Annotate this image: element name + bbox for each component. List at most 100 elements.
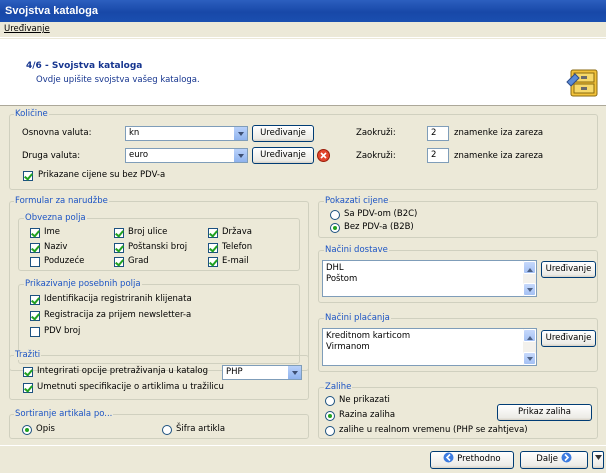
- other-currency-label: Druga valuta:: [22, 151, 81, 161]
- menu-bar: Uređivanje: [0, 22, 606, 38]
- field-broj-ulice-checkbox[interactable]: [114, 228, 124, 238]
- field-ime-checkbox[interactable]: [30, 228, 40, 238]
- menu-item-edit[interactable]: Uređivanje: [4, 24, 50, 34]
- next-button-label: Dalje: [536, 454, 558, 464]
- field-postanski-broj-label: Poštanski broj: [128, 242, 188, 252]
- search-group-title: Tražiti: [14, 350, 42, 360]
- other-currency-edit-button[interactable]: Uređivanje: [252, 147, 314, 164]
- order-form-group-title: Formular za narudžbe: [14, 196, 109, 206]
- scroll-up-icon[interactable]: [523, 329, 536, 342]
- required-fields-title: Obvezna polja: [24, 213, 87, 223]
- field-naziv-label: Naziv: [44, 242, 68, 252]
- prices-without-pdv-radio-label: Bez PDV-a (B2B): [344, 222, 414, 232]
- special-client-id-checkbox[interactable]: [30, 295, 40, 305]
- step-title: 4/6 - Svojstva kataloga: [26, 61, 143, 71]
- scroll-down-icon[interactable]: [523, 283, 536, 296]
- base-currency-select[interactable]: kn: [125, 126, 248, 141]
- round2-label: Zaokruži:: [356, 151, 396, 161]
- next-button[interactable]: Dalje: [520, 451, 588, 469]
- cabinet-icon: [566, 69, 598, 97]
- previous-button-label: Prethodno: [457, 454, 501, 464]
- round2-unit: znamenke iza zareza: [454, 151, 544, 161]
- sort-by-description-radio[interactable]: [22, 425, 32, 435]
- special-pdv-label: PDV broj: [44, 326, 81, 336]
- base-currency-value: kn: [129, 128, 140, 138]
- delivery-group-title: Načini dostave: [324, 245, 389, 255]
- show-prices-group-title: Pokazati cijene: [324, 196, 390, 206]
- sort-by-code-radio[interactable]: [162, 425, 172, 435]
- field-drzava-label: Država: [222, 227, 252, 237]
- special-newsletter-label: Registracija za prijem newsletter-a: [44, 310, 192, 320]
- payment-methods-list[interactable]: Kreditnom karticom Virmanom: [322, 328, 537, 366]
- delivery-edit-button[interactable]: Uređivanje: [541, 261, 596, 278]
- show-stock-button[interactable]: Prikaz zaliha: [497, 404, 592, 421]
- prices-without-pdv-checkbox[interactable]: [23, 171, 33, 181]
- special-client-id-label: Identifikacija registriranih klijenata: [44, 294, 192, 304]
- arrow-left-icon: [443, 452, 454, 463]
- sort-group-title: Sortiranje artikala po...: [14, 409, 114, 419]
- arrow-right-icon: [561, 452, 572, 463]
- search-specs-label: Umetnuti specifikacije o artiklima u tra…: [37, 382, 224, 392]
- field-broj-ulice-label: Broj ulice: [128, 227, 168, 237]
- search-engine-select[interactable]: PHP: [222, 365, 302, 380]
- chevron-down-icon: [594, 455, 602, 460]
- prices-without-pdv-radio[interactable]: [330, 223, 340, 233]
- next-dropdown-button[interactable]: [592, 451, 604, 469]
- search-integrate-checkbox[interactable]: [23, 367, 33, 377]
- search-integrate-label: Integrirati opcije pretraživanja u katal…: [37, 366, 208, 376]
- search-specs-checkbox[interactable]: [23, 383, 33, 393]
- field-telefon-checkbox[interactable]: [208, 243, 218, 253]
- field-email-label: E-mail: [222, 256, 249, 266]
- base-currency-edit-button[interactable]: Uređivanje: [252, 125, 314, 142]
- special-fields-title: Prikazivanje posebnih polja: [24, 279, 142, 289]
- special-newsletter-checkbox[interactable]: [30, 311, 40, 321]
- round1-input[interactable]: 2: [427, 126, 449, 141]
- field-drzava-checkbox[interactable]: [208, 228, 218, 238]
- other-currency-value: euro: [129, 150, 149, 160]
- list-item[interactable]: Virmanom: [326, 342, 533, 353]
- field-grad-label: Grad: [128, 256, 149, 266]
- stock-level-label: Razina zaliha: [339, 410, 396, 420]
- delete-icon[interactable]: [317, 149, 330, 162]
- field-ime-label: Ime: [44, 227, 61, 237]
- field-grad-checkbox[interactable]: [114, 257, 124, 267]
- field-postanski-broj-checkbox[interactable]: [114, 243, 124, 253]
- stock-level-radio[interactable]: [325, 411, 335, 421]
- sort-by-code-label: Šifra artikla: [176, 424, 226, 434]
- stock-hide-label: Ne prikazati: [339, 395, 390, 405]
- field-poduzece-checkbox[interactable]: [30, 257, 40, 267]
- list-item[interactable]: Poštom: [326, 274, 533, 285]
- list-item[interactable]: DHL: [326, 263, 533, 274]
- stock-group-title: Zalihe: [324, 382, 353, 392]
- wizard-footer: [0, 445, 606, 473]
- delivery-scrollbar[interactable]: [523, 261, 536, 296]
- stock-realtime-label: zalihe u realnom vremenu (PHP se zahtjev…: [339, 425, 528, 435]
- payment-scrollbar[interactable]: [523, 329, 536, 365]
- list-item[interactable]: Kreditnom karticom: [326, 331, 533, 342]
- base-currency-label: Osnovna valuta:: [22, 128, 92, 138]
- stock-hide-radio[interactable]: [325, 396, 335, 406]
- scroll-up-icon[interactable]: [523, 261, 536, 274]
- round1-unit: znamenke iza zareza: [454, 128, 544, 138]
- prices-with-pdv-radio[interactable]: [330, 210, 340, 220]
- special-pdv-checkbox[interactable]: [30, 327, 40, 337]
- stock-realtime-radio[interactable]: [325, 426, 335, 436]
- other-currency-select[interactable]: euro: [125, 148, 248, 163]
- chevron-down-icon: [233, 149, 247, 162]
- delivery-methods-list[interactable]: DHL Poštom: [322, 260, 537, 297]
- scroll-down-icon[interactable]: [523, 352, 536, 365]
- payment-edit-button[interactable]: Uređivanje: [541, 330, 596, 347]
- field-poduzece-label: Poduzeće: [44, 256, 85, 266]
- quantities-group-title: Količine: [14, 109, 49, 119]
- sort-by-description-label: Opis: [36, 424, 55, 434]
- payment-group-title: Načini plaćanja: [324, 313, 391, 323]
- search-engine-value: PHP: [226, 367, 243, 377]
- round2-input[interactable]: 2: [427, 148, 449, 163]
- wizard-header: [0, 39, 606, 106]
- window-title-bar: Svojstva kataloga: [0, 0, 606, 22]
- previous-button[interactable]: Prethodno: [430, 451, 514, 469]
- field-telefon-label: Telefon: [222, 242, 253, 252]
- field-naziv-checkbox[interactable]: [30, 243, 40, 253]
- field-email-checkbox[interactable]: [208, 257, 218, 267]
- step-subtitle: Ovdje upišite svojstva vašeg kataloga.: [36, 75, 200, 85]
